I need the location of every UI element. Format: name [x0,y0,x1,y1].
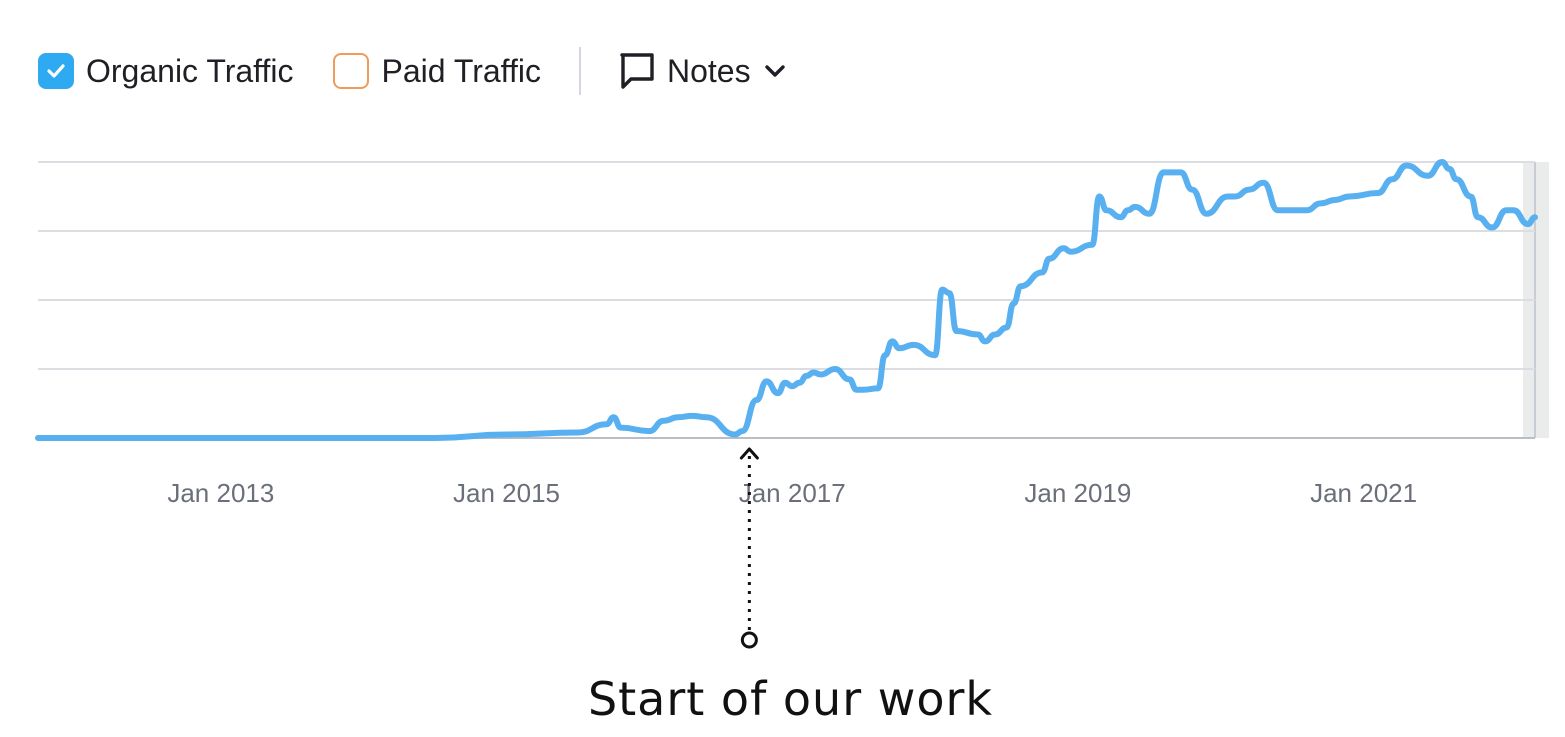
x-tick-label: Jan 2015 [453,478,560,508]
annotation-caption: Start of our work [587,672,994,726]
x-tick-label: Jan 2013 [167,478,274,508]
annotation-circle-marker [740,631,758,649]
traffic-line-chart: Jan 2013 Jan 2015 Jan 2017 Jan 2019 Jan 2021 [35,159,1549,649]
x-tick-label: Jan 2017 [739,478,846,508]
x-tick-label: Jan 2021 [1310,478,1417,508]
x-tick-label: Jan 2019 [1024,478,1131,508]
